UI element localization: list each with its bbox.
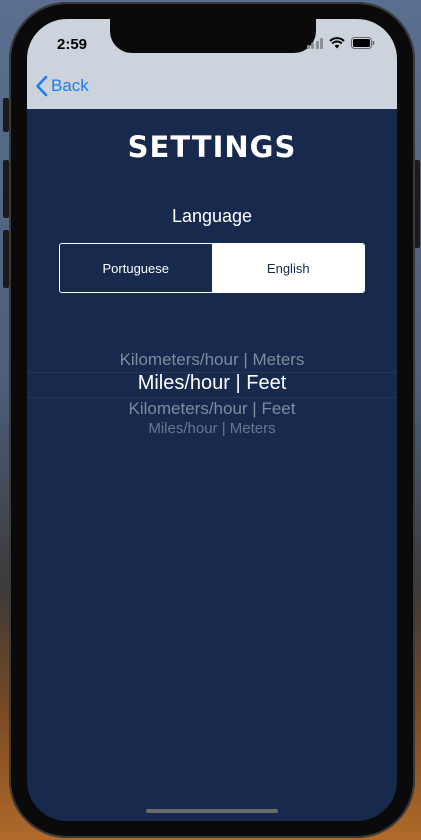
battery-icon	[351, 37, 375, 49]
picker-item[interactable]: Kilometers/hour | Feet	[27, 399, 397, 419]
back-button[interactable]: Back	[35, 75, 89, 97]
language-label: Language	[171, 206, 253, 226]
status-time: 2:59	[57, 36, 88, 53]
status-bar: 2:59	[27, 19, 397, 67]
notch	[110, 19, 316, 53]
signal-icon	[306, 37, 323, 49]
chevron-left-icon	[36, 75, 48, 97]
language-option-portuguese[interactable]: Portuguese	[60, 244, 213, 292]
wifi-icon	[329, 37, 345, 49]
picker-item-selected[interactable]: Miles/hour | Feet	[27, 372, 397, 395]
picker-divider-bottom	[27, 397, 397, 398]
language-segmented-control: Portuguese English	[59, 243, 365, 293]
language-option-english[interactable]: English	[212, 244, 364, 292]
back-label: Back	[51, 76, 89, 95]
picker-item[interactable]: Kilometers/hour | Meters	[27, 350, 397, 370]
navigation-bar: Back	[27, 67, 397, 109]
units-picker[interactable]: Kilometers/hour | Meters Miles/hour | Fe…	[27, 347, 397, 443]
home-indicator[interactable]	[146, 809, 278, 813]
page-title: SETTINGS	[127, 130, 297, 164]
phone-frame: 2:59 Back SETTINGS Language Portuguese E…	[9, 2, 415, 838]
status-icons	[306, 37, 376, 49]
screen: 2:59 Back SETTINGS Language Portuguese E…	[27, 19, 397, 821]
picker-item[interactable]: Miles/hour | Meters	[27, 420, 397, 437]
settings-content: SETTINGS Language Portuguese English Kil…	[27, 109, 397, 821]
